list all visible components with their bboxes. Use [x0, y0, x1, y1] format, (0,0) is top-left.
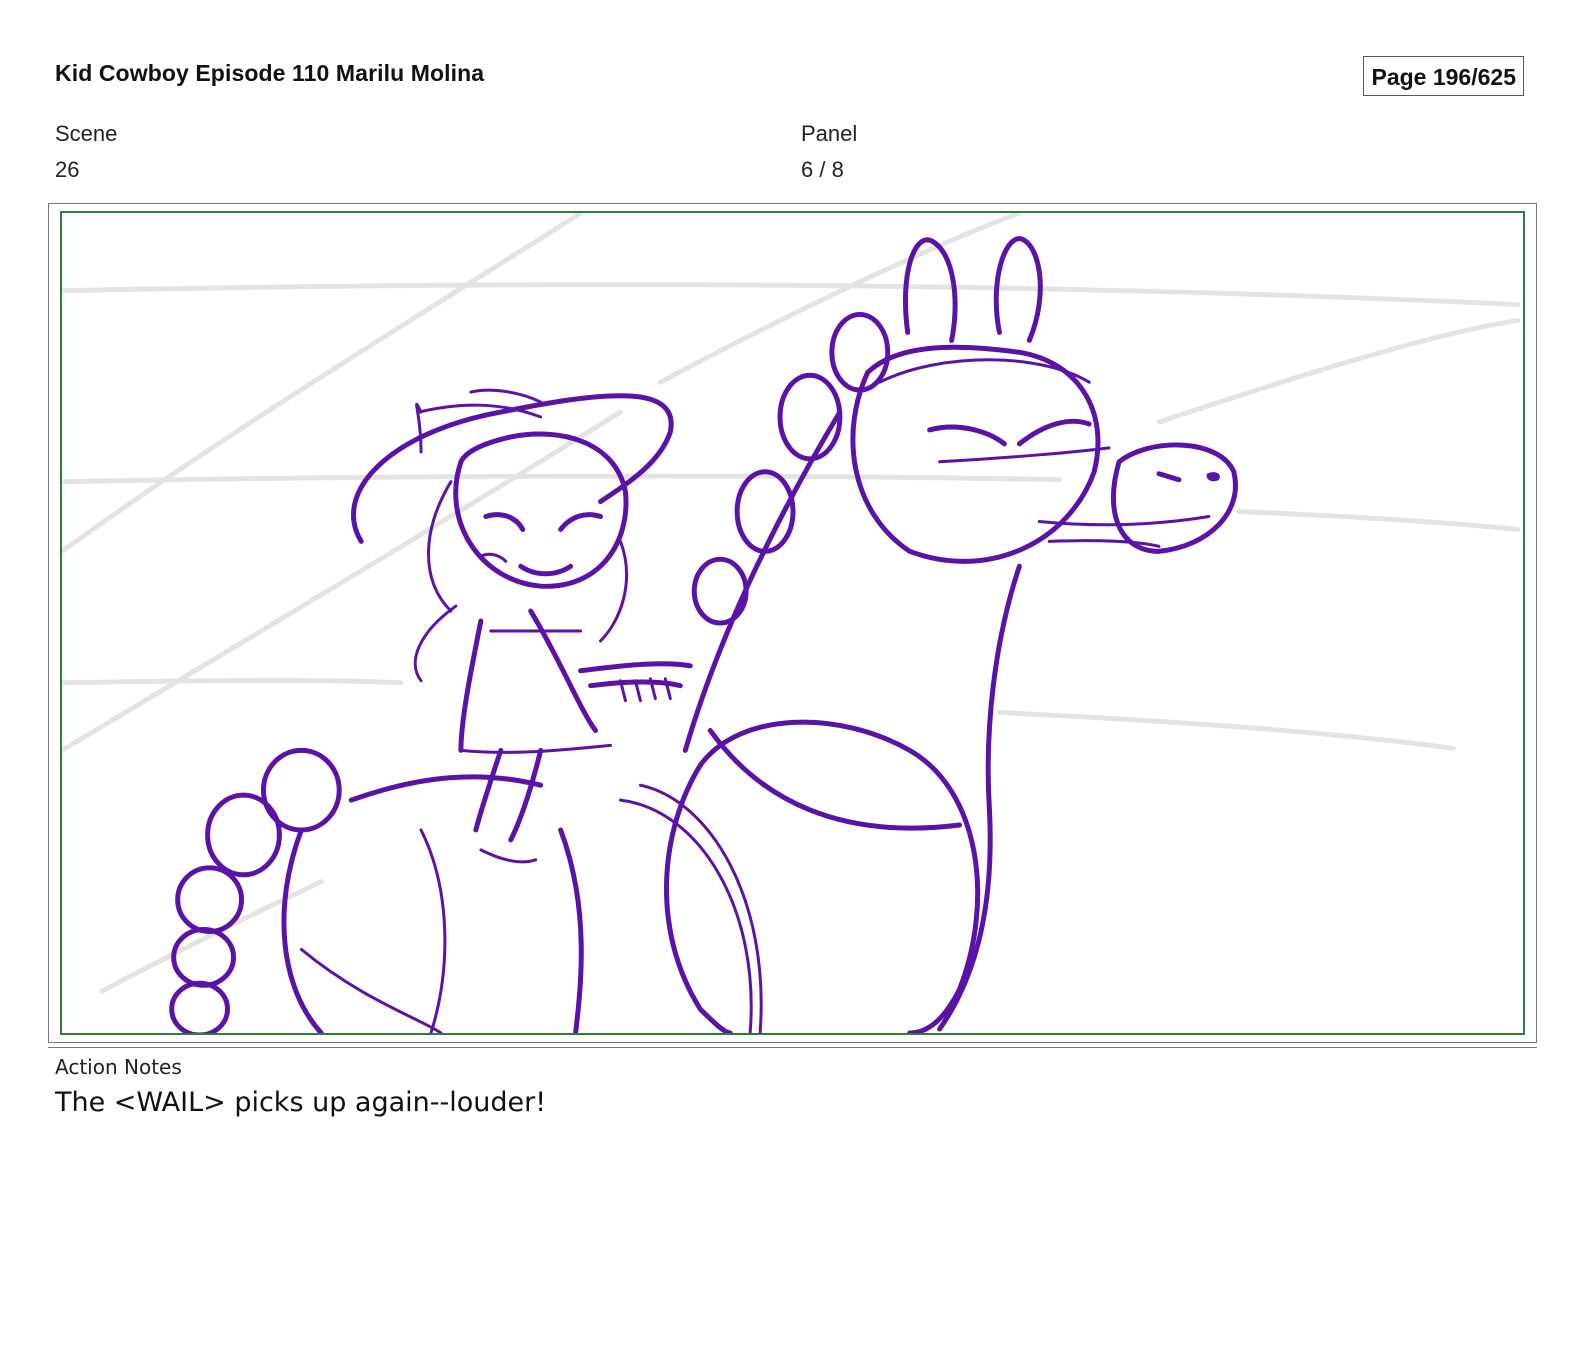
page-indicator: Page 196/625: [1363, 56, 1524, 96]
notes-divider: [48, 1047, 1537, 1048]
panel-frame: [60, 211, 1525, 1035]
document-title: Kid Cowboy Episode 110 Marilu Molina: [55, 60, 485, 86]
background-lines: [62, 213, 1521, 994]
cowgirl-rider-sketch: [351, 388, 693, 864]
action-notes-text: The <WAIL> picks up again--louder!: [55, 1087, 547, 1118]
panel-label: Panel: [801, 121, 858, 146]
scene-value: 26: [55, 157, 80, 182]
scene-label: Scene: [55, 121, 118, 146]
action-notes-label: Action Notes: [55, 1055, 182, 1079]
storyboard-sketch: [62, 213, 1521, 1033]
storyboard-panel: [48, 203, 1537, 1043]
panel-value: 6 / 8: [801, 157, 844, 182]
